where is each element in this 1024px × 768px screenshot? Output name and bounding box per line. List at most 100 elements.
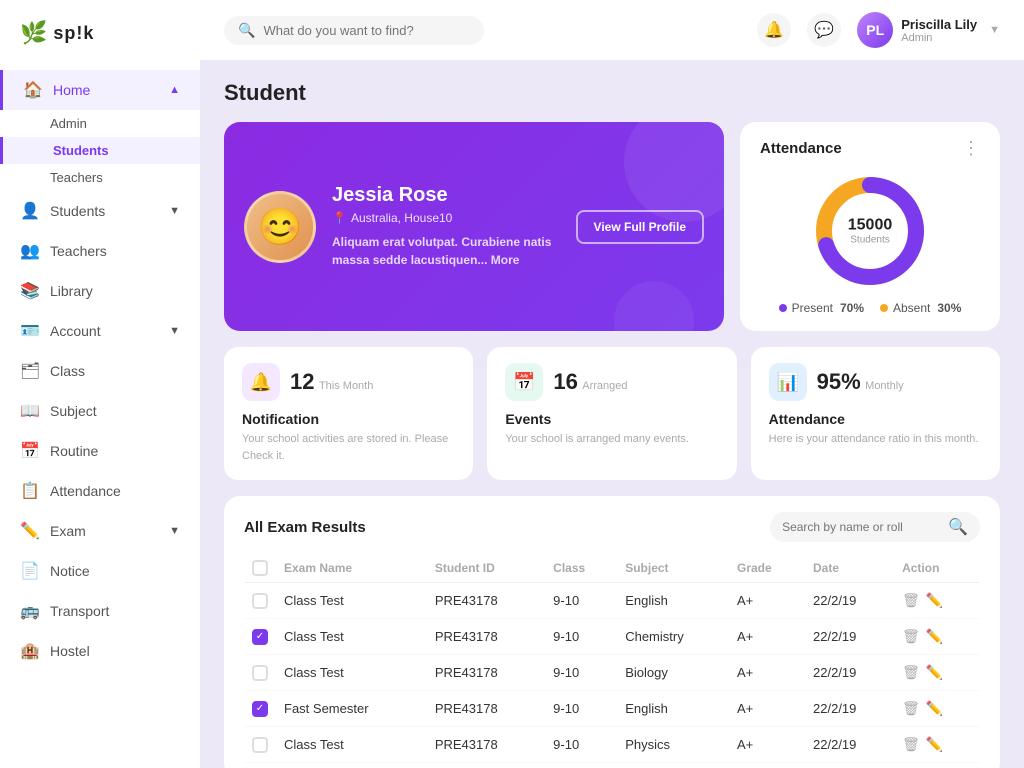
sidebar-item-routine[interactable]: 📅 Routine <box>0 431 200 471</box>
sidebar-sub-teachers[interactable]: Teachers <box>0 164 200 191</box>
row-actions: 🗑 ✏️ <box>902 592 972 609</box>
hostel-icon: 🏨 <box>20 641 40 661</box>
sidebar-item-class-label: Class <box>50 363 85 379</box>
absent-label: Absent <box>893 301 930 315</box>
page-content: Student 😊 Jessia Rose 📍 Australia, House… <box>200 60 1024 768</box>
row-actions: 🗑 ✏️ <box>902 700 972 717</box>
view-full-profile-button[interactable]: View Full Profile <box>576 210 704 244</box>
account-icon: 🪪 <box>20 321 40 341</box>
delete-button-3[interactable]: 🗑 <box>902 700 920 717</box>
sidebar-item-hostel[interactable]: 🏨 Hostel <box>0 631 200 671</box>
sidebar-item-exam[interactable]: ✏️ Exam ▼ <box>0 511 200 551</box>
edit-button-2[interactable]: ✏️ <box>926 664 943 681</box>
sidebar-item-routine-label: Routine <box>50 443 98 459</box>
present-dot <box>779 304 787 312</box>
stats-row: 🔔 12 This Month Notification Your school… <box>224 347 1000 480</box>
attendance-icon: 📋 <box>20 481 40 501</box>
absent-legend: Absent 30% <box>880 301 961 315</box>
routine-icon: 📅 <box>20 441 40 461</box>
row-class: 9-10 <box>545 691 617 727</box>
exam-search-input[interactable] <box>782 520 942 534</box>
stat-top-events: 📅 16 Arranged <box>505 363 718 401</box>
sidebar-item-library-label: Library <box>50 283 93 299</box>
row-grade: A+ <box>729 691 805 727</box>
header: 🔍 🔔 💬 PL Priscilla Lily Admin ▼ <box>200 0 1024 60</box>
delete-button-2[interactable]: 🗑 <box>902 664 920 681</box>
search-input[interactable] <box>263 23 470 38</box>
sidebar-item-account[interactable]: 🪪 Account ▼ <box>0 311 200 351</box>
notice-icon: 📄 <box>20 561 40 581</box>
sidebar-item-class[interactable]: 🗂 Class <box>0 351 200 391</box>
sidebar-item-library[interactable]: 📚 Library <box>0 271 200 311</box>
sidebar-item-notice-label: Notice <box>50 563 90 579</box>
row-grade: A+ <box>729 655 805 691</box>
row-checkbox-1[interactable]: ✓ <box>252 629 268 645</box>
table-row: ✓ Class Test PRE43178 9-10 Chemistry A+ … <box>244 619 980 655</box>
delete-button-1[interactable]: 🗑 <box>902 628 920 645</box>
subject-icon: 📖 <box>20 401 40 421</box>
row-class: 9-10 <box>545 583 617 619</box>
attendance-legend: Present 70% Absent 30% <box>779 301 962 315</box>
delete-button-0[interactable]: 🗑 <box>902 592 920 609</box>
stat-desc-events: Your school is arranged many events. <box>505 431 718 448</box>
student-avatar: 😊 <box>244 191 316 263</box>
edit-button-1[interactable]: ✏️ <box>926 628 943 645</box>
donut-chart-container: 15000 Students Present 70% Absent <box>760 171 980 315</box>
sidebar-item-teachers[interactable]: 👥 Teachers <box>0 231 200 271</box>
sidebar-item-transport[interactable]: 🚌 Transport <box>0 591 200 631</box>
main-content: 🔍 🔔 💬 PL Priscilla Lily Admin ▼ Student <box>200 0 1024 768</box>
row-checkbox-0[interactable] <box>252 593 268 609</box>
stat-desc-attendance: Here is your attendance ratio in this mo… <box>769 431 982 448</box>
sidebar-item-subject-label: Subject <box>50 403 97 419</box>
exam-results-table: Exam Name Student ID Class Subject Grade… <box>244 554 980 763</box>
select-all-checkbox[interactable] <box>252 560 268 576</box>
bio-more-link[interactable]: More <box>491 253 520 267</box>
row-checkbox-3[interactable]: ✓ <box>252 701 268 717</box>
sidebar-item-attendance[interactable]: 📋 Attendance <box>0 471 200 511</box>
sidebar-item-home-label: Home <box>53 82 90 98</box>
delete-button-4[interactable]: 🗑 <box>902 736 920 753</box>
row-subject: Chemistry <box>617 619 729 655</box>
notifications-button[interactable]: 🔔 <box>757 13 791 47</box>
row-subject: English <box>617 691 729 727</box>
table-body: Class Test PRE43178 9-10 English A+ 22/2… <box>244 583 980 763</box>
sidebar-item-subject[interactable]: 📖 Subject <box>0 391 200 431</box>
home-icon: 🏠 <box>23 80 43 100</box>
row-class: 9-10 <box>545 727 617 763</box>
chevron-up-icon: ▲ <box>169 84 180 96</box>
row-student-id: PRE43178 <box>427 691 545 727</box>
row-subject: Biology <box>617 655 729 691</box>
row-exam-name: Class Test <box>276 583 427 619</box>
more-options-button[interactable]: ⋮ <box>962 138 980 159</box>
location-icon: 📍 <box>332 211 347 225</box>
row-actions: 🗑 ✏️ <box>902 628 972 645</box>
stat-number-events: 16 Arranged <box>553 369 627 395</box>
present-pct: 70% <box>840 301 864 315</box>
row-date: 22/2/19 <box>805 727 894 763</box>
events-stat-icon: 📅 <box>505 363 543 401</box>
col-class: Class <box>545 554 617 583</box>
col-subject: Subject <box>617 554 729 583</box>
sidebar-item-notice[interactable]: 📄 Notice <box>0 551 200 591</box>
sidebar-item-home[interactable]: 🏠 Home ▲ <box>0 70 200 110</box>
row-student-id: PRE43178 <box>427 727 545 763</box>
user-profile-button[interactable]: PL Priscilla Lily Admin ▼ <box>857 12 1000 48</box>
col-action: Action <box>894 554 980 583</box>
edit-button-0[interactable]: ✏️ <box>926 592 943 609</box>
edit-button-4[interactable]: ✏️ <box>926 736 943 753</box>
col-date: Date <box>805 554 894 583</box>
table-header: Exam Name Student ID Class Subject Grade… <box>244 554 980 583</box>
sidebar-item-students[interactable]: 👤 Students ▼ <box>0 191 200 231</box>
sidebar-sub-students[interactable]: Students <box>0 137 200 164</box>
search-box[interactable]: 🔍 <box>224 16 484 45</box>
exam-search-icon: 🔍 <box>948 517 968 537</box>
edit-button-3[interactable]: ✏️ <box>926 700 943 717</box>
attendance-stat-icon: 📊 <box>769 363 807 401</box>
sidebar-sub-admin[interactable]: Admin <box>0 110 200 137</box>
attendance-title: Attendance <box>760 140 842 157</box>
row-checkbox-4[interactable] <box>252 737 268 753</box>
exam-search-box[interactable]: 🔍 <box>770 512 980 542</box>
sidebar-item-account-label: Account <box>50 323 101 339</box>
messages-button[interactable]: 💬 <box>807 13 841 47</box>
row-checkbox-2[interactable] <box>252 665 268 681</box>
